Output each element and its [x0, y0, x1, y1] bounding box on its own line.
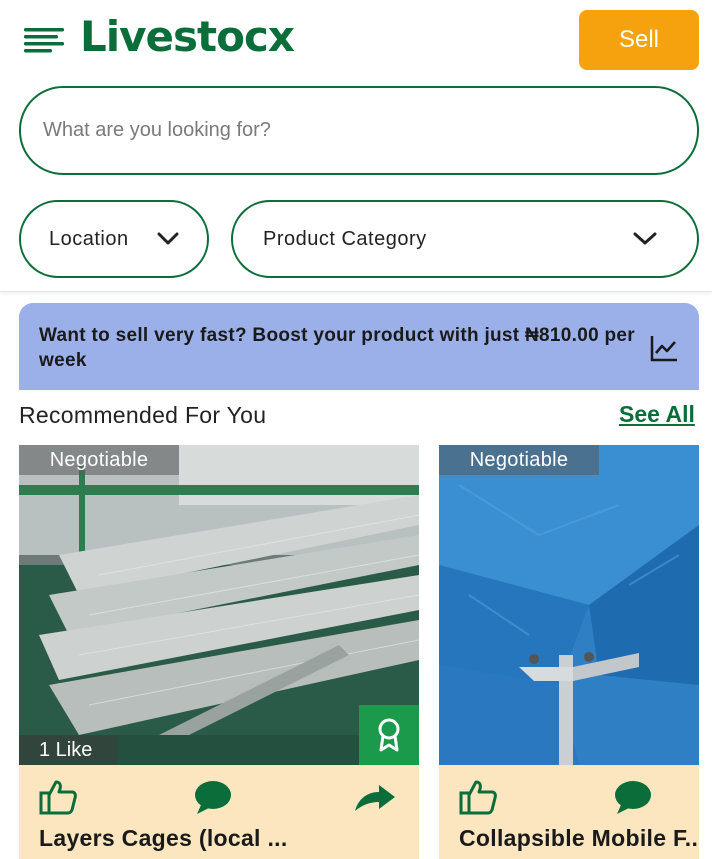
section-title: Recommended For You [19, 402, 267, 428]
search-bar[interactable] [19, 86, 699, 175]
chevron-down-icon [633, 232, 657, 245]
likes-count: 1 Like [19, 735, 117, 765]
search-input[interactable] [43, 119, 643, 142]
product-card[interactable]: Negotiable Collapsible Mobile F... [439, 445, 699, 859]
chevron-down-icon [157, 232, 179, 245]
menu-icon[interactable] [22, 24, 66, 56]
award-icon [378, 718, 400, 752]
card-footer: Layers Cages (local ... [19, 765, 419, 859]
product-card[interactable]: Negotiable 1 Like Layers Cages (local ..… [19, 445, 419, 859]
negotiable-badge: Negotiable [19, 445, 179, 475]
category-label: Product Category [263, 227, 427, 250]
comment-icon[interactable] [613, 779, 653, 815]
thumbs-up-icon[interactable] [459, 779, 497, 815]
card-footer: Collapsible Mobile F... [439, 765, 699, 859]
comment-icon[interactable] [193, 779, 233, 815]
product-image[interactable]: Negotiable [439, 445, 699, 765]
app-logo[interactable]: Livestocx [80, 12, 295, 61]
top-header: Livestocx Sell Location Product Category [0, 0, 712, 292]
product-title[interactable]: Collapsible Mobile F... [459, 825, 699, 852]
share-icon[interactable] [353, 783, 397, 813]
location-select[interactable]: Location [19, 200, 209, 278]
see-all-link[interactable]: See All [619, 401, 695, 428]
trend-chart-icon [650, 336, 677, 362]
negotiable-badge: Negotiable [439, 445, 599, 475]
boost-promo-banner[interactable]: Want to sell very fast? Boost your produ… [19, 303, 699, 390]
product-title[interactable]: Layers Cages (local ... [39, 825, 288, 852]
sell-button[interactable]: Sell [579, 10, 699, 70]
tarpaulin-photo [439, 445, 699, 765]
award-button[interactable] [359, 705, 419, 765]
thumbs-up-icon[interactable] [39, 779, 77, 815]
promo-text: Want to sell very fast? Boost your produ… [39, 325, 635, 371]
location-label: Location [49, 227, 129, 250]
category-select[interactable]: Product Category [231, 200, 699, 278]
product-image[interactable]: Negotiable 1 Like [19, 445, 419, 765]
